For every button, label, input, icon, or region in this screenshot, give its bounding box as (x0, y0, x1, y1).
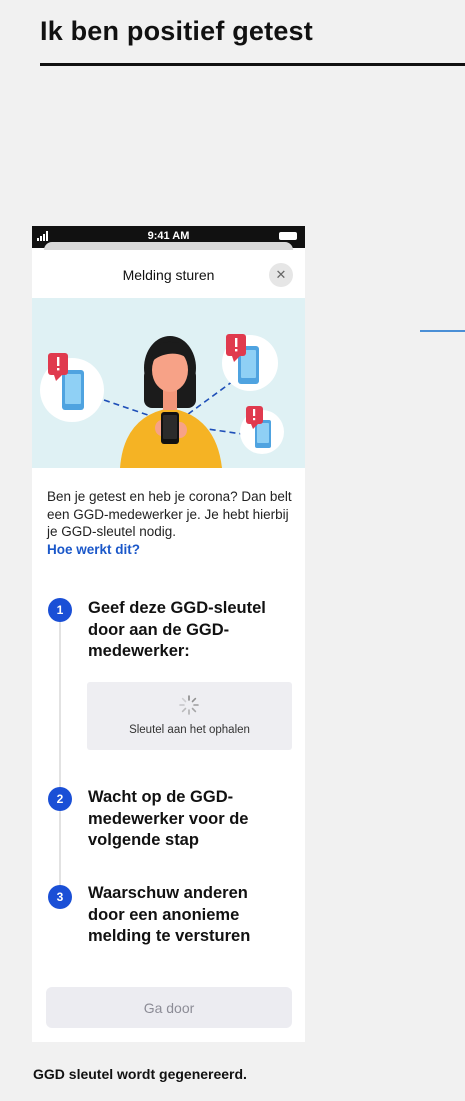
step-3-badge: 3 (48, 885, 72, 909)
step-2-badge: 2 (48, 787, 72, 811)
illustration-graphic (40, 334, 284, 468)
step-3-text: Waarschuw anderen door een anonieme meld… (88, 884, 251, 945)
ggd-key-box: Sleutel aan het ophalen (87, 682, 292, 750)
close-button[interactable]: ✕ (269, 263, 293, 287)
person-figure (120, 336, 222, 468)
phone-bubble-left (40, 353, 104, 422)
phone-bubble-bottom-right (240, 406, 284, 454)
figure-caption: GGD sleutel wordt gegenereerd. (33, 1066, 247, 1082)
how-it-works-link[interactable]: Hoe werkt dit? (47, 541, 297, 559)
status-time: 9:41 AM (147, 230, 190, 242)
key-status-label: Sleutel aan het ophalen (129, 724, 250, 736)
phone-bubble-top-right (222, 334, 278, 391)
title-underline (40, 63, 465, 66)
battery-icon (279, 232, 297, 240)
step-1-text: Geef deze GGD-sleutel door aan de GGD-me… (88, 599, 266, 660)
step-1-badge: 1 (48, 598, 72, 622)
close-icon: ✕ (275, 267, 287, 282)
continue-button[interactable]: Ga door (46, 987, 292, 1028)
steps-timeline (59, 614, 61, 904)
sheet-title: Melding sturen (122, 267, 215, 283)
intro-paragraph: Ben je getest en heb je corona? Dan belt… (47, 488, 297, 558)
page-title: Ik ben positief getest (40, 16, 313, 46)
connector-line (420, 330, 465, 332)
phone-screen: 9:41 AM Melding sturen ✕ Ben je getest e… (32, 226, 305, 1042)
intro-text: Ben je getest en heb je corona? Dan belt… (47, 489, 292, 539)
loading-spinner-icon (179, 695, 199, 715)
step-2-text: Wacht op de GGD-medewerker voor de volge… (88, 788, 249, 849)
illustration (32, 298, 305, 468)
sheet-header: Melding sturen ✕ (32, 250, 305, 298)
